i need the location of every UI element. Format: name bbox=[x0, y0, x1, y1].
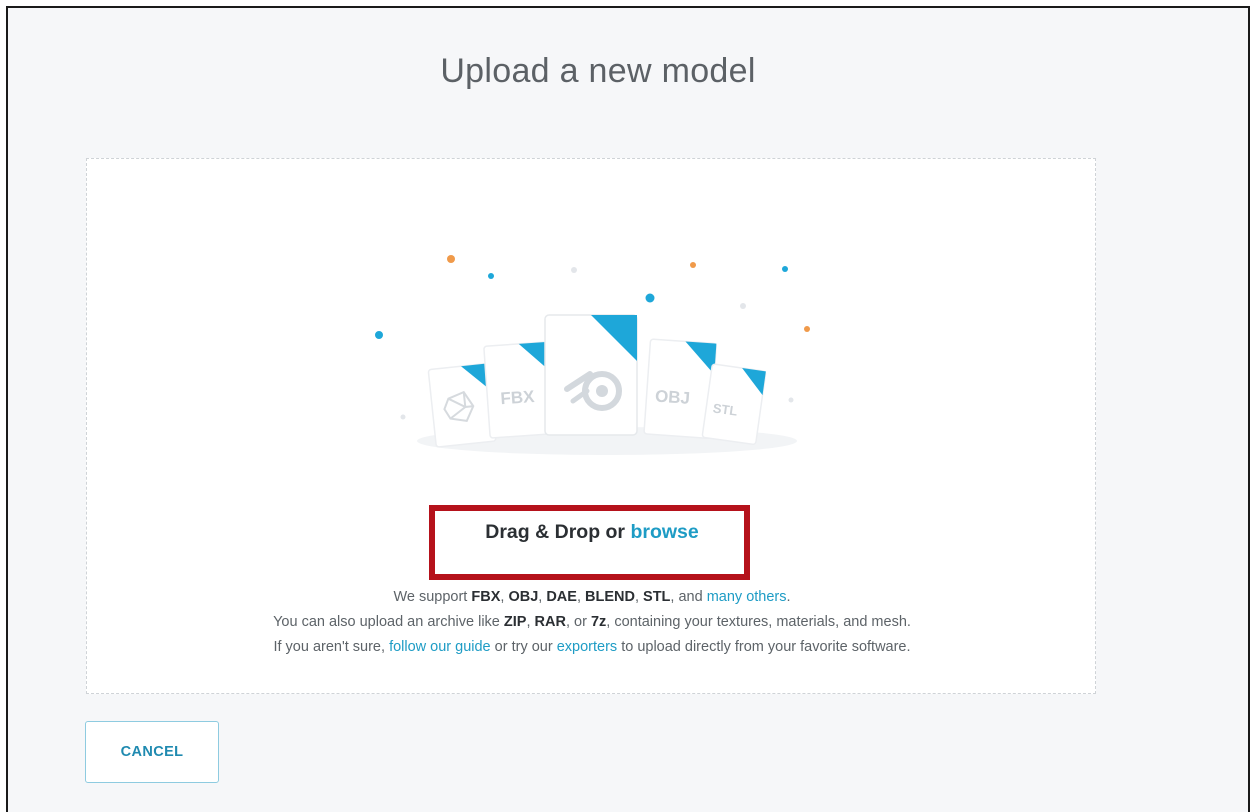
format-obj: OBJ bbox=[508, 589, 539, 605]
file-types-illustration: FBX OBJ STL bbox=[375, 255, 810, 455]
info-text: , containing your textures, materials, a… bbox=[606, 614, 911, 630]
follow-guide-link[interactable]: follow our guide bbox=[389, 639, 491, 655]
info-text: . bbox=[786, 589, 791, 605]
file-card-stl: STL bbox=[701, 363, 767, 446]
info-text: You can also upload an archive like bbox=[273, 614, 500, 630]
many-others-link[interactable]: many others bbox=[707, 589, 787, 605]
info-separator: , bbox=[500, 589, 505, 605]
info-text: If you aren't sure, bbox=[273, 639, 386, 655]
file-card-blender bbox=[544, 314, 638, 436]
archive-7z: 7z bbox=[590, 614, 607, 630]
upload-dialog: Upload a new model FBX OBJ STL Drag & Dr… bbox=[6, 6, 1250, 812]
format-stl: STL bbox=[643, 589, 671, 605]
obj-label: OBJ bbox=[654, 387, 690, 408]
info-text: , or bbox=[565, 614, 587, 630]
dialog-title: Upload a new model bbox=[440, 52, 756, 90]
cancel-button[interactable]: CANCEL bbox=[85, 721, 219, 783]
format-fbx: FBX bbox=[471, 589, 501, 605]
info-text: We support bbox=[393, 589, 468, 605]
format-dae: DAE bbox=[546, 589, 577, 605]
info-separator: , bbox=[634, 589, 639, 605]
drop-zone[interactable]: FBX OBJ STL Drag & Drop or browse We sup… bbox=[86, 158, 1096, 694]
info-line-archives: You can also upload an archive like ZIP,… bbox=[87, 610, 1097, 635]
browse-link[interactable]: browse bbox=[630, 521, 698, 543]
info-line-guide: If you aren't sure, follow our guide or … bbox=[87, 635, 1097, 660]
supported-formats-info: We support FBX, OBJ, DAE, BLEND, STL, an… bbox=[87, 585, 1097, 660]
fbx-label: FBX bbox=[500, 387, 536, 408]
info-text: to upload directly from your favorite so… bbox=[621, 639, 911, 655]
drag-drop-instruction: Drag & Drop or browse bbox=[87, 521, 1097, 544]
info-separator: , bbox=[526, 614, 531, 630]
archive-rar: RAR bbox=[534, 614, 566, 630]
exporters-link[interactable]: exporters bbox=[557, 639, 617, 655]
info-separator: , bbox=[538, 589, 543, 605]
info-separator: , bbox=[576, 589, 581, 605]
info-text: , and bbox=[670, 589, 703, 605]
format-blend: BLEND bbox=[585, 589, 635, 605]
drag-drop-text: Drag & Drop or bbox=[485, 521, 626, 543]
info-text: or try our bbox=[494, 639, 553, 655]
info-line-formats: We support FBX, OBJ, DAE, BLEND, STL, an… bbox=[87, 585, 1097, 610]
archive-zip: ZIP bbox=[503, 614, 527, 630]
